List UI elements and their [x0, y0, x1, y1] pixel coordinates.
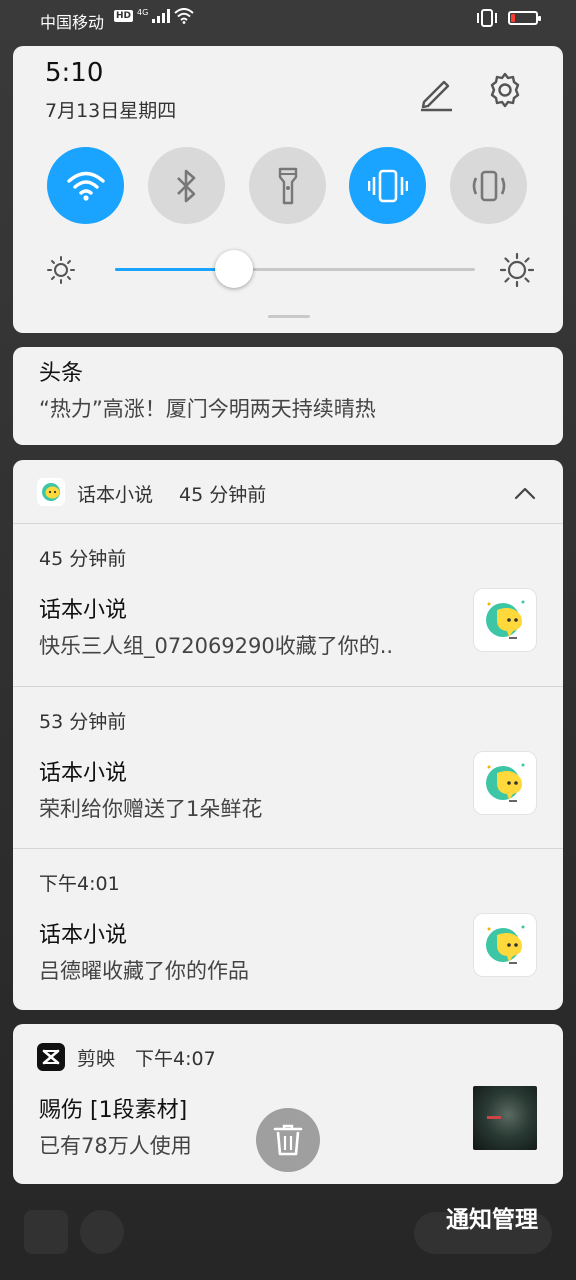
group-time: 45 分钟前: [179, 484, 267, 506]
wifi-icon: [66, 171, 105, 201]
status-right: [476, 9, 541, 27]
edit-icon[interactable]: [416, 72, 456, 112]
clock-date: 7月13日星期四: [45, 100, 177, 122]
notification-title: 赐伤 [1段素材]: [39, 1098, 188, 1123]
item-body: 吕德曜收藏了你的作品: [39, 959, 249, 983]
gear-icon[interactable]: [485, 70, 525, 110]
wifi-status-icon: [174, 8, 194, 24]
battery-icon: [508, 11, 541, 25]
signal-group: HD 4G: [114, 8, 194, 24]
video-thumbnail: [473, 1086, 537, 1150]
bluetooth-toggle[interactable]: [148, 147, 225, 224]
jianying-app-icon: [37, 1043, 65, 1071]
network-type: 4G: [137, 8, 149, 17]
item-app-thumbnail: [473, 588, 537, 652]
flashlight-toggle[interactable]: [249, 147, 326, 224]
vibrate-toggle[interactable]: [349, 147, 426, 224]
background-icon: [24, 1210, 68, 1254]
item-app-thumbnail: [473, 913, 537, 977]
app-name: 剪映: [77, 1048, 116, 1070]
item-title: 话本小说: [39, 598, 128, 623]
notification-manage-button[interactable]: 通知管理: [446, 1200, 538, 1234]
item-app-thumbnail: [473, 751, 537, 815]
thumbnail-detail: [487, 1116, 501, 1119]
chevron-up-icon[interactable]: [513, 482, 537, 506]
item-time: 下午4:01: [39, 873, 120, 895]
clear-all-button[interactable]: [256, 1108, 320, 1172]
item-body: 快乐三人组_072069290收藏了你的..: [39, 634, 394, 658]
clock-time: 5:10: [45, 58, 104, 88]
brightness-slider-thumb[interactable]: [214, 250, 253, 288]
signal-icon: [152, 9, 171, 23]
item-title: 话本小说: [39, 761, 128, 786]
carrier-name: 中国移动: [40, 13, 105, 32]
trash-icon: [273, 1124, 303, 1156]
brightness-high-icon: [499, 252, 535, 288]
huaben-app-icon: [37, 478, 65, 506]
headline-notification[interactable]: 头条 “热力”高涨！厦门今明两天持续晴热: [13, 347, 563, 445]
brightness-row: [45, 250, 535, 288]
rotate-icon: [472, 170, 505, 201]
item-body: 荣利给你赠送了1朵鲜花: [39, 797, 263, 821]
huaben-notification-group: 话本小说 45 分钟前 45 分钟前 话本小说 快乐三人组_072069290收…: [13, 460, 563, 1010]
huaben-logo-icon: [486, 763, 525, 802]
huaben-item[interactable]: 下午4:01 话本小说 吕德曜收藏了你的作品: [13, 849, 563, 1010]
notification-body: “热力”高涨！厦门今明两天持续晴热: [39, 397, 376, 421]
brightness-low-icon: [47, 256, 75, 284]
hd-badge: HD: [114, 10, 134, 22]
flashlight-icon: [278, 167, 297, 204]
quick-settings-panel: 5:10 7月13日星期四: [13, 46, 563, 333]
huaben-logo-icon: [486, 600, 525, 639]
group-header[interactable]: 话本小说 45 分钟前: [13, 460, 563, 523]
huaben-logo-icon: [486, 925, 525, 964]
background-icon: [80, 1210, 124, 1254]
bluetooth-icon: [176, 169, 195, 202]
notification-title: 头条: [39, 361, 84, 386]
status-bar: 中国移动 HD 4G: [0, 0, 576, 40]
item-time: 53 分钟前: [39, 711, 127, 733]
notification-time: 下午4:07: [135, 1048, 216, 1070]
vibrate-icon: [367, 169, 408, 202]
vibrate-status-icon: [477, 9, 497, 27]
notification-body: 已有78万人使用: [39, 1134, 192, 1158]
group-app-name: 话本小说: [77, 484, 154, 506]
panel-drag-handle[interactable]: [268, 315, 310, 318]
item-time: 45 分钟前: [39, 548, 127, 570]
auto-rotate-toggle[interactable]: [450, 147, 527, 224]
huaben-item[interactable]: 53 分钟前 话本小说 荣利给你赠送了1朵鲜花: [13, 687, 563, 848]
item-title: 话本小说: [39, 923, 128, 948]
wifi-toggle[interactable]: [47, 147, 124, 224]
huaben-item[interactable]: 45 分钟前 话本小说 快乐三人组_072069290收藏了你的..: [13, 524, 563, 686]
